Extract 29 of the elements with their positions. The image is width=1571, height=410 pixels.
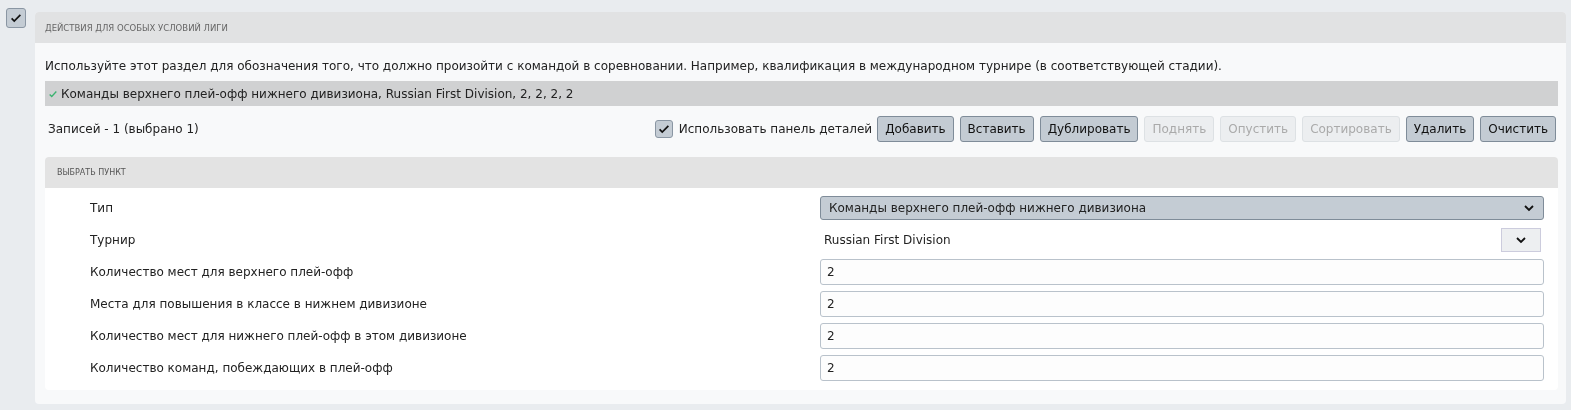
tournament-value: Russian First Division — [824, 233, 951, 247]
toolbar-button[interactable]: Удалить — [1405, 116, 1475, 142]
input-field[interactable]: 2 — [820, 291, 1544, 317]
list-item[interactable]: Команды верхнего плей-офф нижнего дивизиона, Russian First Division, 2, 2, 2, 2 — [45, 81, 1558, 106]
field-label: Количество мест для верхнего плей-офф — [90, 265, 355, 279]
checkbox[interactable] — [654, 120, 673, 138]
section-title: ДЕЙСТВИЯ ДЛЯ ОСОБЫХ УСЛОВИЙ ЛИГИ — [45, 22, 228, 33]
field-label: Количество команд, побеждающих в плей-офф — [90, 361, 394, 375]
toolbar-button[interactable]: Добавить — [877, 116, 954, 142]
input-field[interactable]: 2 — [820, 355, 1544, 381]
field-label: Тип — [90, 201, 114, 215]
checkbox[interactable] — [6, 8, 26, 28]
toolbar-button[interactable]: Очистить — [1480, 116, 1556, 142]
dropdown-button[interactable] — [1501, 228, 1541, 252]
item-panel-title: ВЫБРАТЬ ПУНКТ — [57, 168, 126, 177]
toolbar-button[interactable]: Дублировать — [1039, 116, 1139, 142]
chevron-down-icon — [1515, 234, 1527, 246]
field-label: Места для повышения в классе в нижнем дивизионе — [90, 297, 428, 311]
input-field[interactable]: 2 — [820, 323, 1544, 349]
checkbox-label: Использовать панель деталей — [678, 122, 873, 136]
field-label: Турнир — [90, 233, 137, 247]
chevron-down-icon — [1523, 202, 1535, 214]
toolbar-button[interactable]: Вставить — [959, 116, 1034, 142]
records-count: Записей - 1 (выбрано 1) — [48, 122, 199, 136]
input-field[interactable]: 2 — [820, 259, 1544, 285]
type-dropdown[interactable]: Команды верхнего плей-офф нижнего дивизиона — [820, 196, 1544, 220]
field-label: Количество мест для нижнего плей-офф в этом дивизионе — [90, 329, 468, 343]
check-icon — [48, 88, 58, 99]
description-text: Используйте этот раздел для обозначения того, что должно произойти с командой в соревновании. Например, квалификация в международном турнире (в соответствующей стадии). — [45, 59, 1223, 73]
